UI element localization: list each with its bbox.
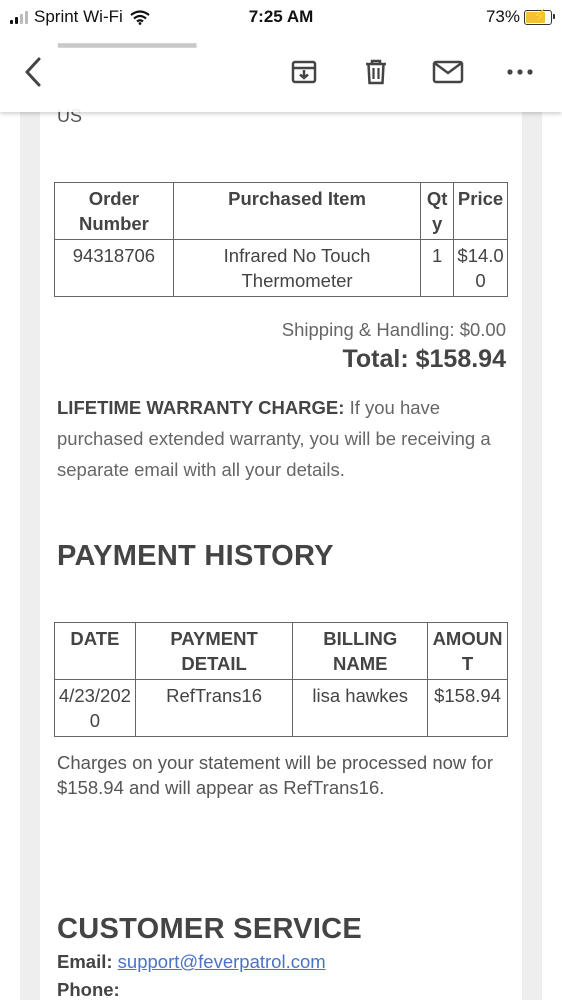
payment-date: 4/23/2020 <box>54 679 136 737</box>
item-qty: 1 <box>420 239 455 297</box>
more-icon <box>507 69 533 75</box>
battery-percent: 73% <box>485 7 520 26</box>
table-row: 4/23/2020 RefTrans16 lisa hawkes $158.94 <box>54 679 508 737</box>
col-order-number: Order Number <box>54 182 174 240</box>
shipping-handling: Shipping & Handling: $0.00 <box>281 319 506 340</box>
payment-table: DATE PAYMENT DETAIL BILLING NAME AMOUNT … <box>54 622 508 737</box>
item-price: $14.00 <box>453 239 508 297</box>
margin-right <box>522 112 542 1000</box>
back-button[interactable] <box>18 54 48 90</box>
col-billing-name: BILLING NAME <box>292 622 429 680</box>
charges-note: Charges on your statement will be proces… <box>57 752 493 798</box>
status-bar: Sprint Wi-Fi 7:25 AM 73% ⚡ <box>0 0 562 34</box>
email-toolbar: ▂▂▂▂▂▂▂▂▂▂▂▂ <box>0 31 562 112</box>
phone-label: Phone: <box>57 979 120 1000</box>
col-date: DATE <box>54 622 136 680</box>
col-qty: Qty <box>420 182 455 240</box>
order-total: Total: $158.94 <box>342 345 506 373</box>
mail-button[interactable] <box>428 54 468 90</box>
order-table-header: Order Number Purchased Item Qty Price <box>54 182 508 240</box>
billing-name: lisa hawkes <box>292 679 429 737</box>
archive-icon <box>291 60 317 84</box>
payment-amount: $158.94 <box>427 679 508 737</box>
order-number: 94318706 <box>54 239 174 297</box>
email-label: Email: <box>57 951 113 972</box>
more-button[interactable] <box>502 54 538 90</box>
customer-service-heading: CUSTOMER SERVICE <box>57 913 363 945</box>
clock: 7:25 AM <box>248 7 314 26</box>
table-row: 94318706 Infrared No Touch Thermometer 1… <box>54 239 508 297</box>
purchased-item: Infrared No Touch Thermometer <box>172 239 422 297</box>
warranty-label: LIFETIME WARRANTY CHARGE: <box>57 397 345 418</box>
battery-info: 73% ⚡ <box>485 7 555 27</box>
chevron-left-icon <box>25 57 41 87</box>
col-price: Price <box>453 182 508 240</box>
support-email-link[interactable]: support@feverpatrol.com <box>118 951 326 972</box>
col-purchased-item: Purchased Item <box>172 182 422 240</box>
mail-icon <box>432 60 464 84</box>
delete-button[interactable] <box>358 54 394 90</box>
order-table: Order Number Purchased Item Qty Price 94… <box>54 182 508 297</box>
payment-detail: RefTrans16 <box>134 679 294 737</box>
battery-icon: ⚡ <box>524 8 555 25</box>
payment-history-heading: PAYMENT HISTORY <box>57 540 334 572</box>
trash-icon <box>366 59 386 85</box>
archive-button[interactable] <box>286 54 322 90</box>
col-amount: AMOUNT <box>427 622 508 680</box>
support-email-row: Email: support@feverpatrol.com <box>57 951 326 973</box>
payment-table-header: DATE PAYMENT DETAIL BILLING NAME AMOUNT <box>54 622 508 680</box>
margin-left <box>20 112 40 1000</box>
col-payment-detail: PAYMENT DETAIL <box>134 622 294 680</box>
warranty-note: LIFETIME WARRANTY CHARGE: If you have pu… <box>57 392 509 485</box>
